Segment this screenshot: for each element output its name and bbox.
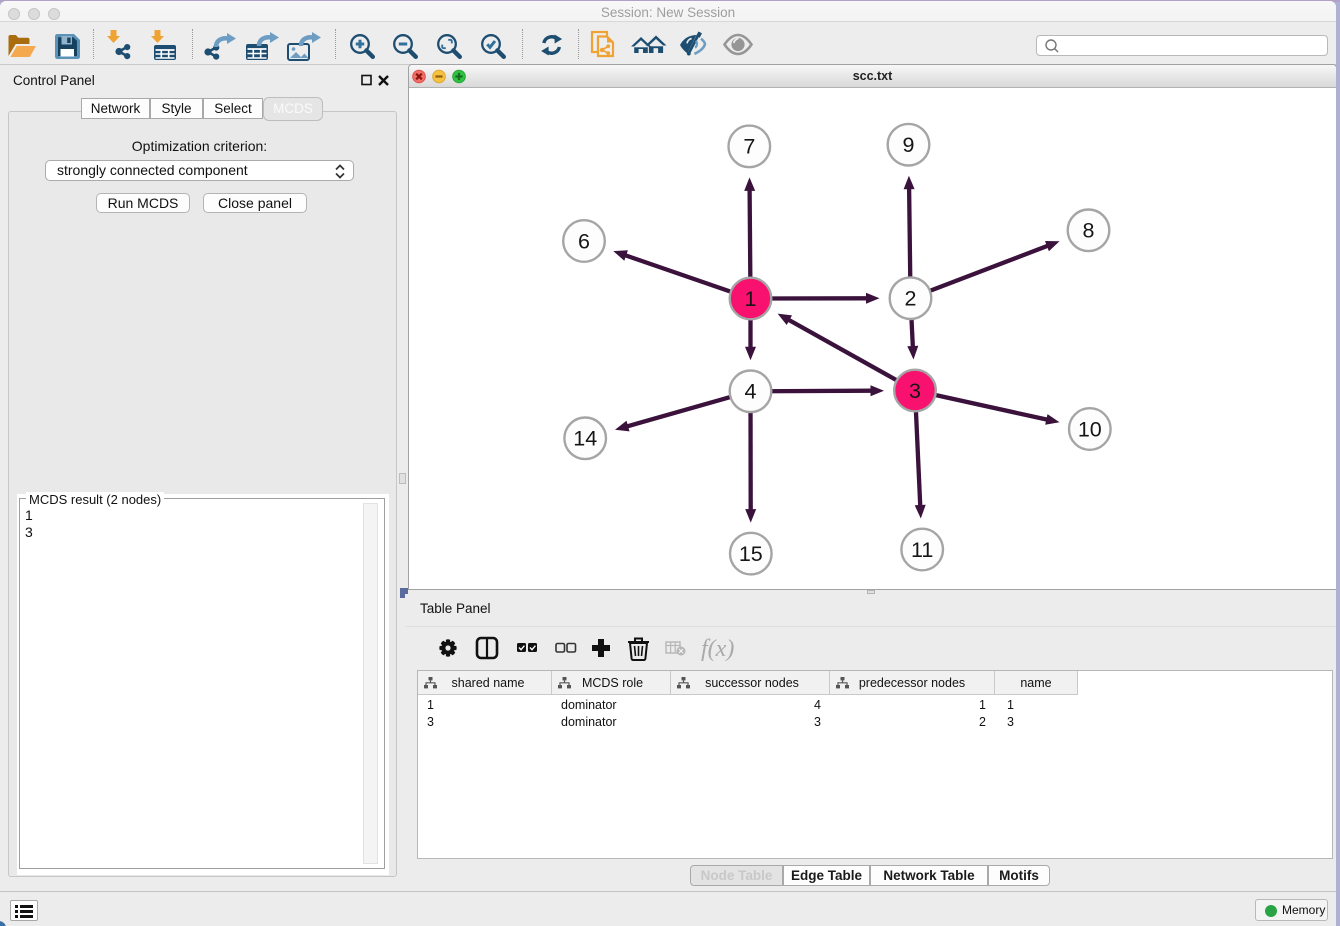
svg-text:f(x): f(x) bbox=[701, 636, 734, 662]
svg-text:2: 2 bbox=[905, 287, 917, 311]
svg-text:3: 3 bbox=[909, 379, 921, 403]
svg-text:15: 15 bbox=[739, 542, 763, 566]
svg-text:7: 7 bbox=[743, 135, 755, 159]
svg-text:8: 8 bbox=[1083, 219, 1095, 243]
svg-text:6: 6 bbox=[578, 229, 590, 253]
svg-text:9: 9 bbox=[903, 133, 915, 157]
svg-text:4: 4 bbox=[745, 380, 757, 404]
svg-text:10: 10 bbox=[1078, 417, 1102, 441]
svg-text:14: 14 bbox=[573, 427, 597, 451]
svg-text:1: 1 bbox=[745, 287, 757, 311]
svg-text:11: 11 bbox=[911, 538, 933, 562]
